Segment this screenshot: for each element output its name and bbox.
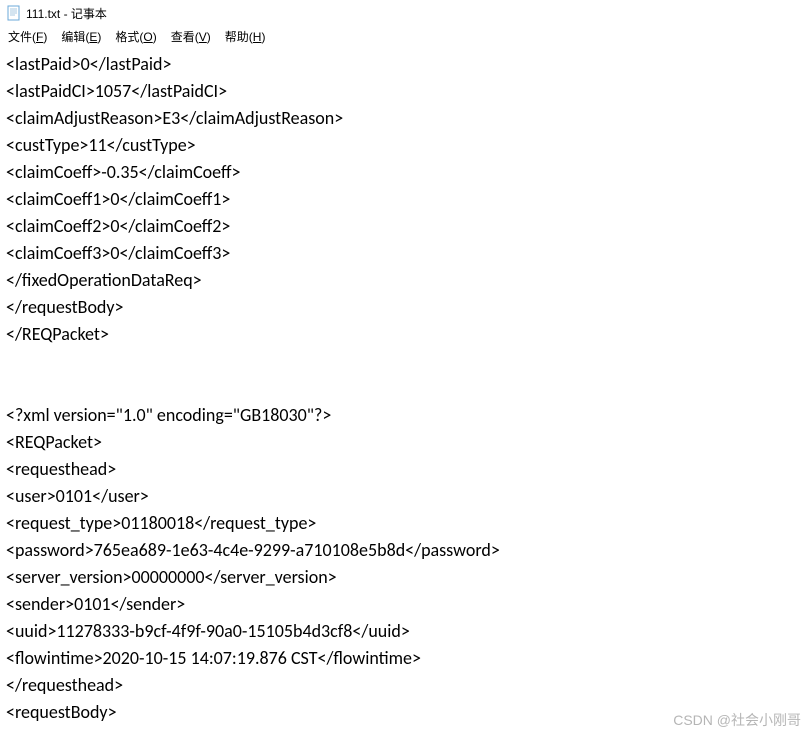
title-bar: 111.txt - 记事本 xyxy=(0,0,811,26)
watermark-text: CSDN @社会小刚哥 xyxy=(673,710,801,730)
content-line: <claimAdjustReason>E3</claimAdjustReason… xyxy=(6,105,805,132)
menu-view[interactable]: 查看(V) xyxy=(171,28,211,45)
content-line: </requesthead> xyxy=(6,672,805,699)
text-content-area[interactable]: <lastPaid>0</lastPaid><lastPaidCI>1057</… xyxy=(0,49,811,728)
notepad-icon xyxy=(6,5,22,21)
content-line: <uuid>11278333-b9cf-4f9f-90a0-15105b4d3c… xyxy=(6,618,805,645)
content-line: <?xml version="1.0" encoding="GB18030"?> xyxy=(6,402,805,429)
content-line: <server_version>00000000</server_version… xyxy=(6,564,805,591)
content-line: <request_type>01180018</request_type> xyxy=(6,510,805,537)
content-line xyxy=(6,348,805,375)
content-line: <custType>11</custType> xyxy=(6,132,805,159)
content-line: <flowintime>2020-10-15 14:07:19.876 CST<… xyxy=(6,645,805,672)
content-line: <claimCoeff>-0.35</claimCoeff> xyxy=(6,159,805,186)
content-line: <lastPaid>0</lastPaid> xyxy=(6,51,805,78)
menu-help[interactable]: 帮助(H) xyxy=(225,28,266,45)
menu-format[interactable]: 格式(O) xyxy=(115,28,156,45)
content-line: <user>0101</user> xyxy=(6,483,805,510)
content-line: </REQPacket> xyxy=(6,321,805,348)
content-line: <sender>0101</sender> xyxy=(6,591,805,618)
content-line: </fixedOperationDataReq> xyxy=(6,267,805,294)
menu-bar: 文件(F) 编辑(E) 格式(O) 查看(V) 帮助(H) xyxy=(0,26,811,49)
content-line: <REQPacket> xyxy=(6,429,805,456)
content-line: </requestBody> xyxy=(6,294,805,321)
content-line xyxy=(6,375,805,402)
content-line: <claimCoeff3>0</claimCoeff3> xyxy=(6,240,805,267)
content-line: <claimCoeff2>0</claimCoeff2> xyxy=(6,213,805,240)
content-line: <requesthead> xyxy=(6,456,805,483)
content-line: <password>765ea689-1e63-4c4e-9299-a71010… xyxy=(6,537,805,564)
window-title: 111.txt - 记事本 xyxy=(26,5,107,22)
content-line: <claimCoeff1>0</claimCoeff1> xyxy=(6,186,805,213)
menu-edit[interactable]: 编辑(E) xyxy=(61,28,101,45)
menu-file[interactable]: 文件(F) xyxy=(8,28,47,45)
content-line: <lastPaidCI>1057</lastPaidCI> xyxy=(6,78,805,105)
